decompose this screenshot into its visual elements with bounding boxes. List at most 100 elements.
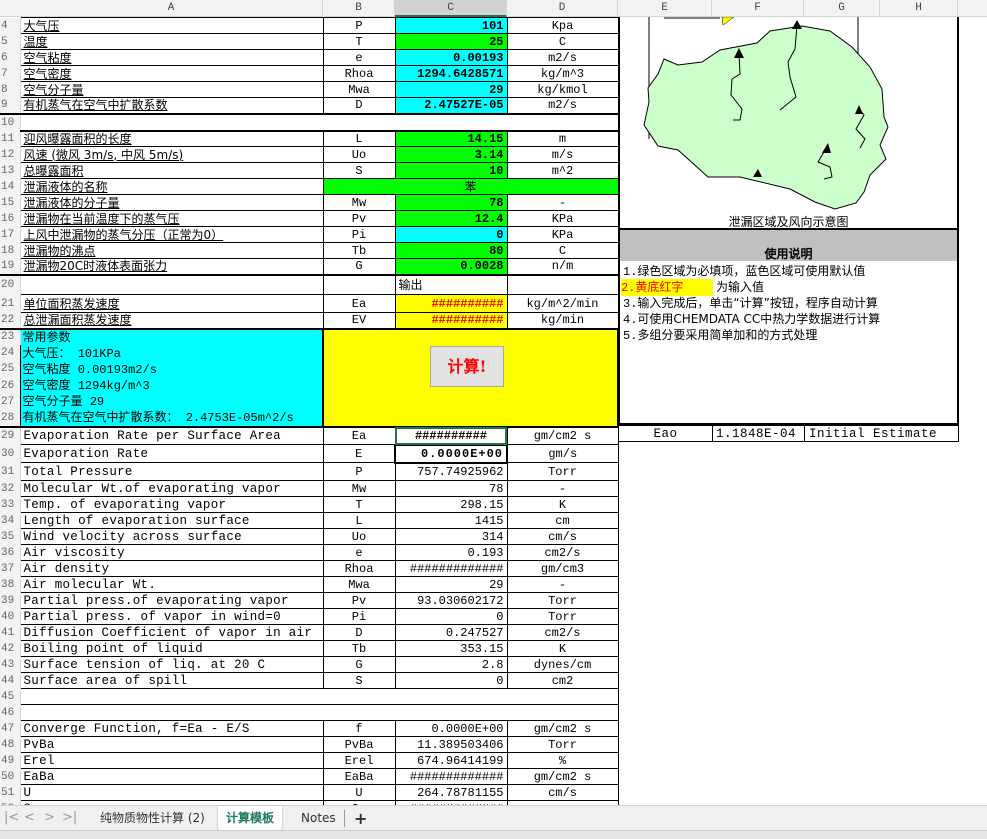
unit[interactable]: cm2/s	[506, 624, 619, 641]
row-number[interactable]: 42	[0, 640, 21, 657]
unit[interactable]: cm2/s	[506, 544, 619, 561]
unit[interactable]: m	[506, 129, 619, 147]
row-number[interactable]: 24	[0, 344, 21, 362]
parameter-label[interactable]: 空气分子量	[19, 81, 324, 98]
row-number[interactable]: 34	[0, 512, 21, 529]
row-number[interactable]: 18	[0, 242, 21, 259]
unit[interactable]: -	[506, 480, 619, 497]
column-header-c[interactable]: C	[395, 0, 507, 17]
parameter-label[interactable]: 温度	[19, 33, 324, 50]
row-number[interactable]: 10	[0, 113, 21, 131]
unit[interactable]: gm/cm2 s	[506, 768, 619, 785]
unit[interactable]: dynes/cm	[506, 656, 619, 673]
eao-value[interactable]: 1.1848E-04	[713, 426, 805, 442]
parameter-label[interactable]: Wind velocity across surface	[19, 528, 324, 545]
column-header-d[interactable]: D	[507, 0, 618, 17]
column-header-e[interactable]: E	[618, 0, 712, 17]
unit[interactable]: KPa	[506, 210, 619, 227]
add-sheet-button[interactable]: +	[346, 806, 375, 831]
value-cell[interactable]: 78	[394, 194, 508, 211]
unit[interactable]: cm/s	[506, 784, 619, 801]
row-number[interactable]: 41	[0, 624, 21, 641]
parameter-label[interactable]: Air viscosity	[19, 544, 324, 561]
value-cell[interactable]: 757.74925962	[394, 462, 508, 481]
symbol[interactable]: Ea	[322, 426, 396, 445]
parameter-label[interactable]: Temp. of evaporating vapor	[19, 496, 324, 513]
value-cell[interactable]: 674.96414199	[394, 752, 508, 769]
unit[interactable]: Torr	[506, 608, 619, 625]
symbol[interactable]: Ea	[322, 294, 396, 313]
parameter-label[interactable]: EaBa	[19, 768, 324, 785]
unit[interactable]: m^2	[506, 162, 619, 179]
unit[interactable]: gm/s	[506, 444, 619, 463]
symbol[interactable]: Pv	[322, 592, 396, 609]
row-number[interactable]: 7	[0, 65, 21, 82]
value-cell[interactable]: ##########	[394, 426, 508, 445]
row-number[interactable]: 23	[0, 328, 21, 345]
parameter-label[interactable]: Evaporation Rate	[19, 444, 324, 463]
value-cell[interactable]: 12.4	[394, 210, 508, 227]
row-number[interactable]: 38	[0, 576, 21, 593]
first-sheet-icon[interactable]: |<	[4, 810, 19, 825]
symbol[interactable]: Pi	[322, 226, 396, 243]
symbol[interactable]: Mw	[322, 480, 396, 497]
unit[interactable]: m2/s	[506, 97, 619, 115]
symbol[interactable]: T	[322, 33, 396, 50]
value-cell[interactable]: 29	[394, 576, 508, 593]
blank-row[interactable]	[19, 688, 619, 705]
eao-label[interactable]: Eao	[619, 426, 713, 442]
symbol[interactable]: S	[322, 162, 396, 179]
unit[interactable]: %	[506, 752, 619, 769]
value-cell[interactable]: 0.0000E+00	[394, 443, 508, 464]
value-cell[interactable]: 353.15	[394, 640, 508, 657]
unit[interactable]: cm	[506, 512, 619, 529]
parameter-label[interactable]: Evaporation Rate per Surface Area	[19, 426, 324, 445]
symbol[interactable]: e	[322, 544, 396, 561]
unit[interactable]: Kpa	[506, 17, 619, 34]
calculate-button[interactable]: 计算!	[430, 346, 504, 387]
value-cell[interactable]: 0.0000E+00	[394, 720, 508, 737]
unit[interactable]: gm/cm2 s	[506, 720, 619, 737]
parameter-label[interactable]: 上风中泄漏物的蒸气分压（正常为0）	[19, 226, 324, 243]
row-number[interactable]: 31	[0, 462, 21, 481]
value-cell[interactable]: 0.0028	[394, 258, 508, 276]
column-header-h[interactable]: H	[880, 0, 958, 17]
parameter-label[interactable]: 单位面积蒸发速度	[19, 294, 324, 313]
unit[interactable]: kg/m^2/min	[506, 294, 619, 313]
symbol[interactable]: Tb	[322, 640, 396, 657]
row-number[interactable]: 8	[0, 81, 21, 98]
row-number[interactable]: 37	[0, 560, 21, 577]
value-cell[interactable]: #############	[394, 560, 508, 577]
row-number[interactable]: 21	[0, 294, 21, 313]
row-number[interactable]: 13	[0, 162, 21, 179]
parameter-label[interactable]: 泄漏液体的名称	[19, 178, 324, 195]
parameter-label[interactable]: 泄漏物20C时液体表面张力	[19, 258, 324, 276]
value-cell[interactable]: 78	[394, 480, 508, 497]
symbol[interactable]: Pv	[322, 210, 396, 227]
unit[interactable]: C	[506, 242, 619, 259]
parameter-label[interactable]: 风速 (微风 3m/s, 中风 5m/s)	[19, 146, 324, 163]
unit[interactable]: gm/cm2 s	[506, 426, 619, 445]
row-number[interactable]: 15	[0, 194, 21, 211]
unit[interactable]: C	[506, 33, 619, 50]
symbol[interactable]: D	[322, 97, 396, 115]
row-number[interactable]: 45	[0, 688, 21, 705]
value-cell[interactable]: #############	[394, 768, 508, 785]
symbol[interactable]: P	[322, 462, 396, 481]
value-cell[interactable]: 93.030602172	[394, 592, 508, 609]
eao-note[interactable]: Initial Estimate	[807, 426, 937, 442]
parameter-label[interactable]: Converge Function, f=Ea - E/S	[19, 720, 324, 737]
value-cell[interactable]: ##########	[394, 294, 508, 313]
value-cell[interactable]: 2.47527E-05	[394, 97, 508, 115]
value-cell[interactable]: 输出	[394, 274, 508, 295]
symbol[interactable]: L	[322, 512, 396, 529]
symbol[interactable]: Uo	[322, 528, 396, 545]
parameter-label[interactable]: Length of evaporation surface	[19, 512, 324, 529]
row-number[interactable]: 20	[0, 274, 21, 295]
unit[interactable]: KPa	[506, 226, 619, 243]
symbol[interactable]: Mwa	[322, 576, 396, 593]
parameter-label[interactable]: 空气密度	[19, 65, 324, 82]
symbol[interactable]	[322, 274, 396, 295]
prev-sheet-icon[interactable]: <	[24, 810, 35, 825]
row-number[interactable]: 39	[0, 592, 21, 609]
